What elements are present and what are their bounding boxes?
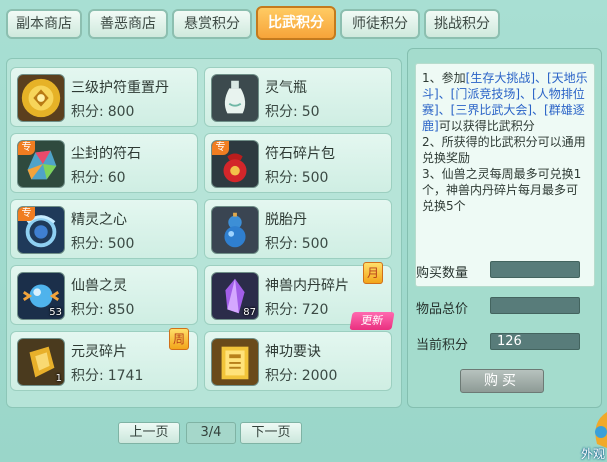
item-name: 精灵之心 — [71, 212, 127, 228]
gold-amulet-pill-icon — [17, 74, 65, 122]
item-card[interactable]: 专 符石碎片包 积分: 500 — [204, 133, 392, 193]
prev-page-button[interactable]: 上一页 — [118, 422, 180, 444]
item-price: 积分: 1741 — [71, 368, 144, 384]
rune-stone-icon: 专 — [17, 140, 65, 188]
quantity-label: 购买数量 — [416, 266, 469, 281]
item-card[interactable]: 1 元灵碎片 积分: 1741 周 — [10, 328, 198, 391]
item-card[interactable]: 三级护符重置丹 积分: 800 — [10, 67, 198, 127]
gold-book-icon — [211, 338, 259, 386]
item-card[interactable]: 专 精灵之心 积分: 500 — [10, 199, 198, 259]
item-price: 积分: 500 — [71, 236, 135, 252]
item-price: 积分: 50 — [265, 104, 320, 120]
monthly-limit-badge: 月 — [363, 262, 383, 284]
item-price: 积分: 850 — [71, 302, 135, 318]
spirit-heart-icon: 专 — [17, 206, 65, 254]
item-card[interactable]: 灵气瓶 积分: 50 — [204, 67, 392, 127]
item-count: 1 — [55, 373, 62, 384]
tab-bounty-points[interactable]: 悬赏积分 — [172, 9, 252, 39]
quantity-input[interactable] — [490, 261, 580, 278]
gourd-pill-icon — [211, 206, 259, 254]
total-price-field — [490, 297, 580, 314]
tab-dungeon-shop[interactable]: 副本商店 — [6, 9, 82, 39]
item-price: 积分: 500 — [265, 236, 329, 252]
purple-crystal-icon: 87 — [211, 272, 259, 320]
item-card[interactable]: 87 神兽内丹碎片 积分: 720 月 更新 — [204, 262, 395, 330]
tab-karma-shop[interactable]: 善恶商店 — [88, 9, 168, 39]
points-description: 1、参加[生存大挑战]、[天地乐斗]、[门派竞技场]、[人物排位赛]、[三界比武… — [415, 63, 595, 287]
item-price: 积分: 720 — [265, 302, 329, 318]
tab-duel-points[interactable]: 比武积分 — [256, 6, 336, 40]
item-count: 87 — [243, 307, 256, 318]
current-points-label: 当前积分 — [416, 338, 469, 353]
red-pouch-icon: 专 — [211, 140, 259, 188]
item-price: 积分: 500 — [265, 170, 329, 186]
next-page-button[interactable]: 下一页 — [240, 422, 302, 444]
item-price: 积分: 60 — [71, 170, 126, 186]
appearance-shortcut[interactable]: 外观 — [577, 392, 607, 462]
new-tag: 更新 — [349, 312, 395, 330]
item-name: 神功要诀 — [265, 344, 321, 360]
appearance-label: 外观 — [580, 447, 605, 461]
gold-fragment-icon: 1 — [17, 338, 65, 386]
buy-button[interactable]: 购买 — [460, 369, 544, 393]
item-card[interactable]: 脱胎丹 积分: 500 — [204, 199, 392, 259]
item-name: 神兽内丹碎片 — [265, 278, 349, 294]
item-name: 元灵碎片 — [71, 344, 127, 360]
exclusive-tag: 专 — [212, 141, 229, 155]
purchase-panel: 1、参加[生存大挑战]、[天地乐斗]、[门派竞技场]、[人物排位赛]、[三界比武… — [407, 48, 602, 408]
total-label: 物品总价 — [416, 302, 469, 317]
weekly-limit-badge: 周 — [169, 328, 189, 350]
tab-challenge-points[interactable]: 挑战积分 — [424, 9, 500, 39]
item-card[interactable]: 神功要诀 积分: 2000 — [204, 331, 392, 391]
porcelain-vase-icon — [211, 74, 259, 122]
item-name: 脱胎丹 — [265, 212, 307, 228]
beast-spirit-orb-icon: 53 — [17, 272, 65, 320]
page-indicator: 3/4 — [186, 422, 236, 444]
item-price: 积分: 800 — [71, 104, 135, 120]
tab-mentor-points[interactable]: 师徒积分 — [340, 9, 420, 39]
item-name: 三级护符重置丹 — [71, 80, 169, 96]
item-name: 仙兽之灵 — [71, 278, 127, 294]
exclusive-tag: 专 — [18, 141, 35, 155]
exclusive-tag: 专 — [18, 207, 35, 221]
item-price: 积分: 2000 — [265, 368, 338, 384]
item-name: 尘封的符石 — [71, 146, 141, 162]
item-name: 灵气瓶 — [265, 80, 307, 96]
item-card[interactable]: 专 尘封的符石 积分: 60 — [10, 133, 198, 193]
item-count: 53 — [49, 307, 62, 318]
item-card[interactable]: 53 仙兽之灵 积分: 850 — [10, 265, 198, 325]
item-name: 符石碎片包 — [265, 146, 335, 162]
item-grid: 三级护符重置丹 积分: 800 灵气瓶 积分: 50 专 尘封的符石 积分: 60 专… — [6, 58, 402, 408]
current-points-field: 126 — [490, 333, 580, 350]
